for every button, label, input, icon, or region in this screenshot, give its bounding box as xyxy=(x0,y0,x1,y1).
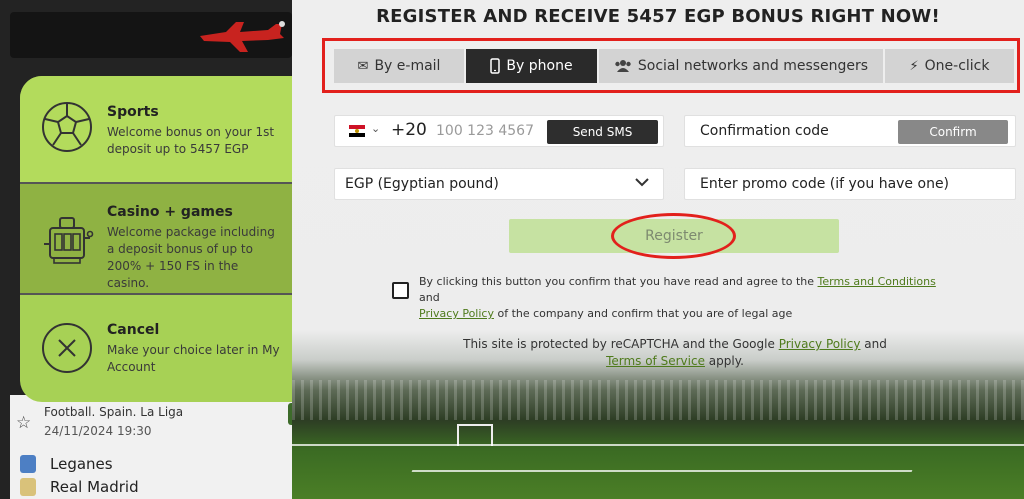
airplane-icon xyxy=(200,21,285,52)
currency-select[interactable]: EGP (Egyptian pound) xyxy=(334,168,664,200)
envelope-icon: ✉ xyxy=(357,58,369,74)
lightning-icon: ⚡ xyxy=(909,58,919,74)
bonus-description: Make your choice later in My Account xyxy=(107,343,280,374)
terms-suffix: of the company and confirm that you are … xyxy=(497,307,793,320)
country-dial-code: +20 xyxy=(391,120,427,140)
tab-label: One-click xyxy=(924,58,990,74)
close-circle-icon xyxy=(42,323,92,373)
promo-code-input[interactable]: Enter promo code (if you have one) xyxy=(700,176,949,192)
terms-and: and xyxy=(419,291,440,304)
terms-text: By clicking this button you confirm that… xyxy=(419,274,959,322)
privacy-policy-link[interactable]: Privacy Policy xyxy=(419,307,494,320)
chevron-down-icon[interactable]: ⌄ xyxy=(371,122,380,135)
terms-conditions-link[interactable]: Terms and Conditions xyxy=(818,275,936,288)
team2-logo-icon xyxy=(20,478,36,496)
tab-label: By phone xyxy=(506,58,573,74)
bonus-title: Casino + games xyxy=(107,204,233,220)
phone-field[interactable]: ⌄ +20 100 123 4567 Send SMS xyxy=(334,115,664,147)
captcha-suffix: apply. xyxy=(708,354,744,368)
bonus-option-cancel[interactable]: Cancel Make your choice later in My Acco… xyxy=(20,295,292,402)
promo-code-field[interactable]: Enter promo code (if you have one) xyxy=(684,168,1016,200)
google-privacy-link[interactable]: Privacy Policy xyxy=(779,337,861,351)
confirmation-code-input[interactable]: Confirmation code xyxy=(700,123,829,139)
stadium-crowd xyxy=(292,380,1024,420)
tab-social-networks[interactable]: Social networks and messengers xyxy=(599,49,883,83)
tab-by-phone[interactable]: By phone xyxy=(466,49,597,83)
tab-label: Social networks and messengers xyxy=(637,58,869,74)
bonus-description: Welcome package including a deposit bonu… xyxy=(107,225,275,290)
terms-checkbox[interactable] xyxy=(392,282,409,299)
phone-number-input[interactable]: 100 123 4567 xyxy=(436,123,534,139)
users-icon xyxy=(615,60,631,72)
tab-one-click[interactable]: ⚡ One-click xyxy=(885,49,1014,83)
team2-name: Real Madrid xyxy=(50,478,139,496)
team1-logo-icon xyxy=(20,455,36,473)
chevron-down-icon xyxy=(635,178,649,187)
phone-icon xyxy=(490,58,501,74)
match-datetime: 24/11/2024 19:30 xyxy=(44,424,152,438)
team1-name: Leganes xyxy=(50,455,113,473)
recaptcha-notice: This site is protected by reCAPTCHA and … xyxy=(440,336,910,370)
pitch-line xyxy=(411,470,913,472)
terms-prefix: By clicking this button you confirm that… xyxy=(419,275,815,288)
slot-machine-icon xyxy=(44,217,94,264)
match-league: Football. Spain. La Liga xyxy=(44,405,184,419)
match-card[interactable]: ☆ Football. Spain. La Liga 24/11/2024 19… xyxy=(10,395,300,499)
bonus-description: Welcome bonus on your 1st deposit up to … xyxy=(107,125,275,156)
soccer-ball-icon xyxy=(42,102,92,152)
captcha-prefix: This site is protected by reCAPTCHA and … xyxy=(463,337,775,351)
google-terms-link[interactable]: Terms of Service xyxy=(606,354,705,368)
confirmation-code-field[interactable]: Confirmation code Confirm xyxy=(684,115,1016,147)
bonus-choice-panel: Sports Welcome bonus on your 1st deposit… xyxy=(20,76,292,402)
bonus-option-sports[interactable]: Sports Welcome bonus on your 1st deposit… xyxy=(20,76,292,184)
bonus-option-casino[interactable]: Casino + games Welcome package including… xyxy=(20,184,292,295)
page-title: REGISTER AND RECEIVE 5457 EGP BONUS RIGH… xyxy=(376,6,940,27)
bonus-title: Sports xyxy=(107,104,159,120)
captcha-and: and xyxy=(864,337,887,351)
egypt-flag-icon[interactable] xyxy=(349,125,365,137)
tab-label: By e-mail xyxy=(374,58,441,74)
send-sms-button[interactable]: Send SMS xyxy=(547,120,658,144)
confirm-button[interactable]: Confirm xyxy=(898,120,1008,144)
goal-post xyxy=(457,424,493,446)
tab-by-email[interactable]: ✉ By e-mail xyxy=(334,49,464,83)
favorite-star-icon[interactable]: ☆ xyxy=(16,413,31,433)
bonus-title: Cancel xyxy=(107,322,160,338)
pitch-line xyxy=(292,444,1024,446)
register-highlight-ellipse xyxy=(611,213,736,259)
currency-selected-value: EGP (Egyptian pound) xyxy=(345,176,499,192)
